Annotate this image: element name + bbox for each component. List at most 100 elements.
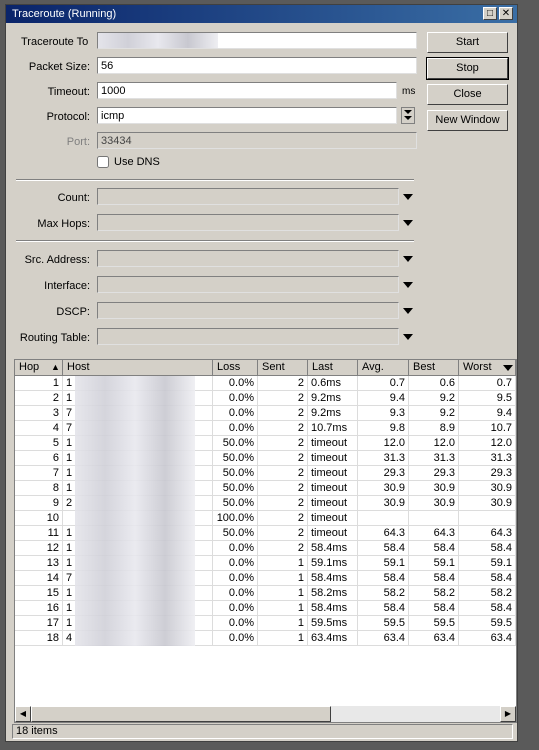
count-label: Count: [57, 192, 90, 204]
triangle-down-icon [404, 116, 412, 120]
scroll-right-icon[interactable]: ▶ [500, 706, 516, 722]
cell-best: 58.4 [409, 571, 459, 586]
packet-size-field[interactable]: 56 [97, 57, 417, 74]
src-address-dropdown-icon[interactable] [403, 256, 413, 262]
cell-hop: 3 [15, 406, 63, 421]
column-header-avg[interactable]: Avg. [358, 360, 409, 376]
scroll-left-icon[interactable]: ◀ [15, 706, 31, 722]
cell-sent: 2 [258, 451, 308, 466]
cell-last: timeout [308, 511, 358, 526]
cell-avg: 58.4 [358, 541, 409, 556]
cell-loss: 0.0% [213, 601, 258, 616]
stop-button[interactable]: Stop [426, 57, 509, 80]
cell-hop: 11 [15, 526, 63, 541]
cell-sent: 1 [258, 601, 308, 616]
horizontal-scrollbar[interactable]: ◀ ▶ [15, 706, 516, 722]
cell-worst: 12.0 [459, 436, 516, 451]
start-button[interactable]: Start [427, 32, 508, 53]
cell-last: 0.6ms [308, 376, 358, 391]
cell-hop: 4 [15, 421, 63, 436]
use-dns-label: Use DNS [114, 156, 160, 168]
title-bar[interactable]: Traceroute (Running) □ ✕ [6, 5, 517, 23]
cell-hop: 5 [15, 436, 63, 451]
separator [16, 179, 414, 181]
column-header-hop[interactable]: Hop ▲ [15, 360, 63, 376]
cell-avg: 0.7 [358, 376, 409, 391]
dscp-dropdown-icon[interactable] [403, 308, 413, 314]
cell-worst [459, 511, 516, 526]
scroll-thumb[interactable] [31, 706, 331, 722]
column-header-worst[interactable]: Worst [459, 360, 516, 376]
cell-worst: 58.4 [459, 541, 516, 556]
cell-avg: 59.1 [358, 556, 409, 571]
routing-table-field[interactable] [97, 328, 399, 345]
cell-best: 59.5 [409, 616, 459, 631]
cell-sent: 1 [258, 586, 308, 601]
port-field: 33434 [97, 132, 417, 149]
cell-avg: 9.3 [358, 406, 409, 421]
cell-avg [358, 511, 409, 526]
cell-loss: 50.0% [213, 451, 258, 466]
cell-best: 59.1 [409, 556, 459, 571]
column-header-sent[interactable]: Sent [258, 360, 308, 376]
protocol-label: Protocol: [46, 111, 90, 123]
cell-last: timeout [308, 526, 358, 541]
cell-sent: 2 [258, 526, 308, 541]
cell-loss: 0.0% [213, 376, 258, 391]
cell-last: 63.4ms [308, 631, 358, 646]
cell-last: timeout [308, 496, 358, 511]
routing-table-dropdown-icon[interactable] [403, 334, 413, 340]
cell-hop: 18 [15, 631, 63, 646]
cell-sent: 2 [258, 376, 308, 391]
close-icon[interactable]: ✕ [499, 7, 513, 20]
src-address-field[interactable] [97, 250, 399, 267]
cell-best: 29.3 [409, 466, 459, 481]
cell-worst: 0.7 [459, 376, 516, 391]
use-dns-checkbox[interactable] [97, 156, 109, 168]
new-window-button[interactable]: New Window [427, 110, 508, 131]
cell-avg: 31.3 [358, 451, 409, 466]
max-hops-field[interactable] [97, 214, 399, 231]
maximize-icon[interactable]: □ [483, 7, 497, 20]
cell-hop: 12 [15, 541, 63, 556]
cell-hop: 15 [15, 586, 63, 601]
traceroute-to-field[interactable] [97, 32, 417, 49]
column-header-loss[interactable]: Loss [213, 360, 258, 376]
timeout-field[interactable]: 1000 [97, 82, 397, 99]
src-address-label: Src. Address: [24, 254, 90, 266]
cell-best [409, 511, 459, 526]
cell-loss: 50.0% [213, 526, 258, 541]
max-hops-dropdown-icon[interactable] [403, 220, 413, 226]
cell-sent: 2 [258, 421, 308, 436]
close-button[interactable]: Close [427, 84, 508, 105]
traceroute-window: Traceroute (Running) □ ✕ Traceroute To P… [5, 4, 518, 742]
cell-worst: 30.9 [459, 496, 516, 511]
cell-best: 58.2 [409, 586, 459, 601]
interface-field[interactable] [97, 276, 399, 293]
column-header-last[interactable]: Last [308, 360, 358, 376]
cell-best: 31.3 [409, 451, 459, 466]
column-menu-dropdown-icon[interactable] [503, 365, 513, 371]
results-table[interactable]: Hop ▲ Host Loss Sent Last Avg. Best Worst… [14, 359, 517, 723]
protocol-select[interactable]: icmp [97, 107, 397, 124]
cell-sent: 1 [258, 616, 308, 631]
cell-last: 59.1ms [308, 556, 358, 571]
count-field[interactable] [97, 188, 399, 205]
protocol-dropdown-button[interactable] [401, 107, 415, 124]
cell-hop: 9 [15, 496, 63, 511]
cell-best: 0.6 [409, 376, 459, 391]
cell-best: 30.9 [409, 481, 459, 496]
cell-hop: 17 [15, 616, 63, 631]
count-dropdown-icon[interactable] [403, 194, 413, 200]
max-hops-label: Max Hops: [37, 218, 90, 230]
cell-last: timeout [308, 466, 358, 481]
cell-last: 10.7ms [308, 421, 358, 436]
cell-avg: 9.4 [358, 391, 409, 406]
interface-label: Interface: [44, 280, 90, 292]
cell-avg: 64.3 [358, 526, 409, 541]
column-header-best[interactable]: Best [409, 360, 459, 376]
dscp-field[interactable] [97, 302, 399, 319]
cell-sent: 2 [258, 541, 308, 556]
column-header-host[interactable]: Host [63, 360, 213, 376]
interface-dropdown-icon[interactable] [403, 282, 413, 288]
